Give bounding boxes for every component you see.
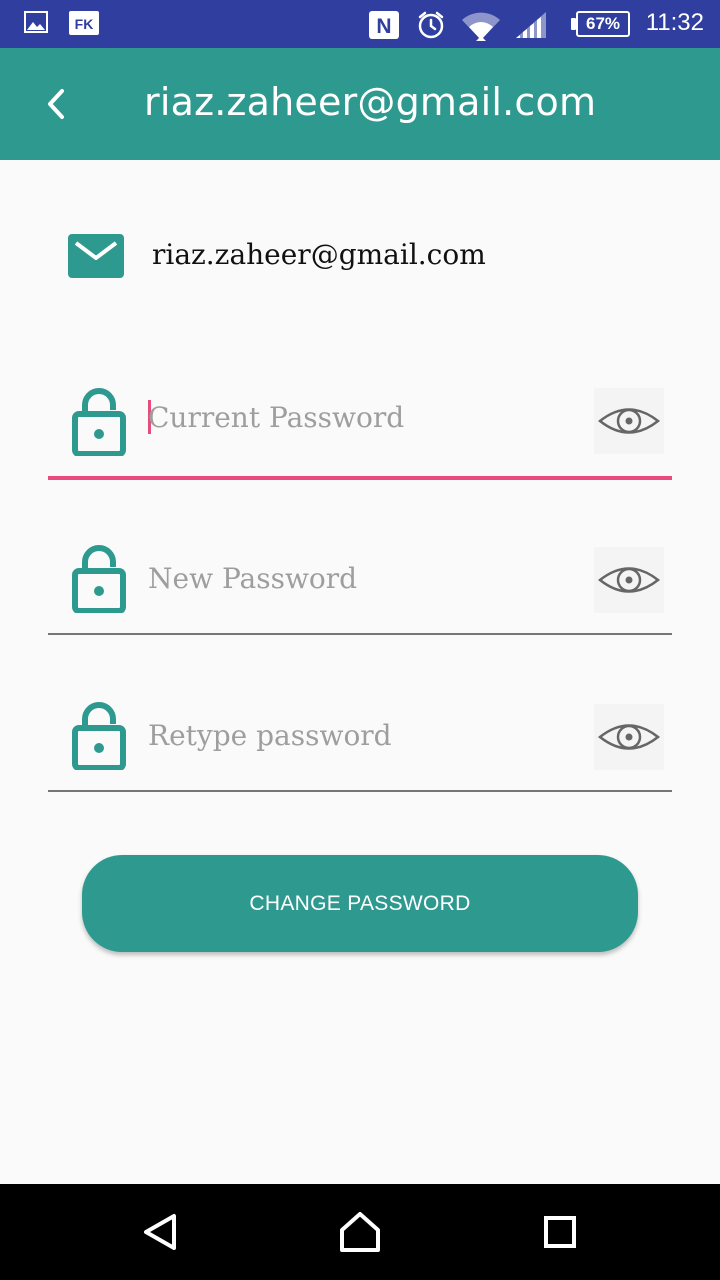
lock-icon	[72, 545, 126, 613]
field-underline	[48, 476, 672, 480]
status-time: 11:32	[645, 9, 704, 36]
nfc-icon: N	[368, 10, 400, 44]
nav-recents-icon	[544, 1216, 576, 1248]
navigation-bar	[0, 1184, 720, 1280]
page-title: riaz.zaheer@gmail.com	[144, 80, 597, 124]
field-underline	[48, 790, 672, 792]
fk-icon: FK	[68, 10, 100, 40]
field-underline	[48, 633, 672, 635]
back-button[interactable]	[30, 74, 86, 134]
account-email: riaz.zaheer@gmail.com	[152, 238, 486, 271]
current-password-input[interactable]	[148, 394, 568, 440]
battery-level: 67%	[585, 14, 621, 33]
battery-icon: 67%	[576, 11, 630, 37]
toggle-new-password-visibility[interactable]	[594, 547, 664, 613]
back-arrow-icon	[48, 89, 64, 119]
eye-icon	[597, 408, 661, 434]
new-password-input[interactable]	[148, 555, 568, 601]
eye-icon	[597, 567, 661, 593]
fk-label: FK	[75, 16, 94, 32]
account-email-row: riaz.zaheer@gmail.com	[68, 232, 668, 282]
nav-back-button[interactable]	[136, 1208, 184, 1256]
eye-icon	[597, 724, 661, 750]
nav-home-button[interactable]	[336, 1208, 384, 1256]
retype-password-field	[48, 692, 672, 792]
signal-icon	[514, 10, 548, 44]
lock-icon	[72, 702, 126, 770]
alarm-icon	[416, 10, 446, 44]
new-password-field	[48, 535, 672, 635]
nav-recents-button[interactable]	[536, 1208, 584, 1256]
image-icon	[24, 10, 48, 38]
current-password-field	[48, 380, 672, 480]
wifi-icon	[460, 10, 502, 46]
status-bar: FK N 67% 11:32	[0, 0, 720, 48]
nfc-label: N	[376, 15, 391, 38]
change-password-button[interactable]: CHANGE PASSWORD	[82, 855, 638, 952]
lock-icon	[72, 388, 126, 456]
nav-home-icon	[340, 1212, 380, 1252]
mail-icon	[68, 234, 124, 278]
retype-password-input[interactable]	[148, 712, 568, 758]
nav-back-icon	[144, 1214, 176, 1250]
app-bar: riaz.zaheer@gmail.com	[0, 48, 720, 160]
toggle-current-password-visibility[interactable]	[594, 388, 664, 454]
toggle-retype-password-visibility[interactable]	[594, 704, 664, 770]
